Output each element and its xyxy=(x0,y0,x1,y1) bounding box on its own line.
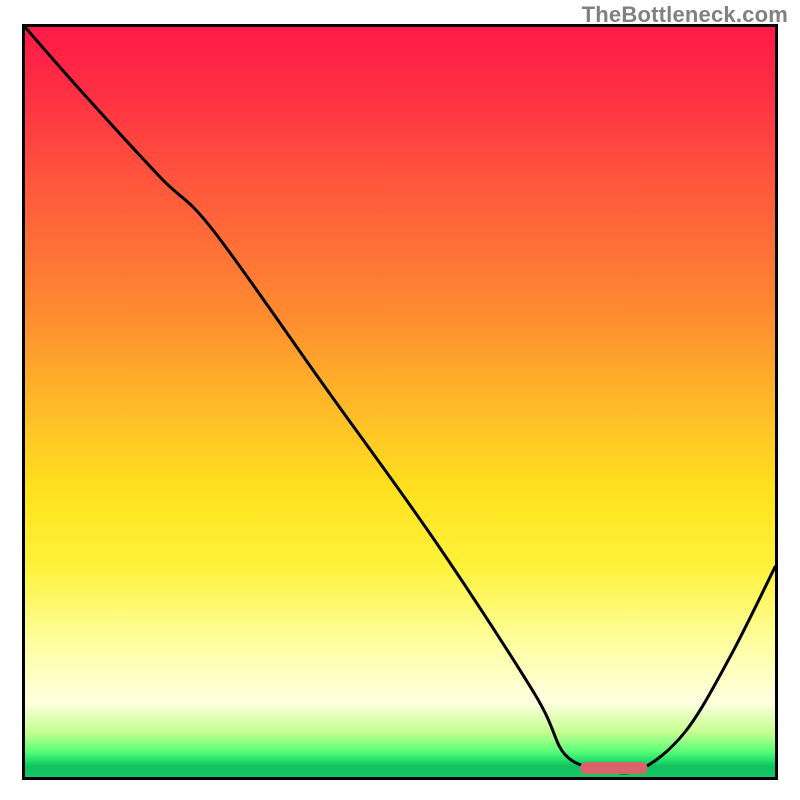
optimal-marker xyxy=(580,762,648,774)
plot-frame xyxy=(22,24,778,780)
line-overlay xyxy=(25,27,775,777)
bottleneck-curve xyxy=(25,27,775,773)
chart-stage: TheBottleneck.com xyxy=(0,0,800,800)
